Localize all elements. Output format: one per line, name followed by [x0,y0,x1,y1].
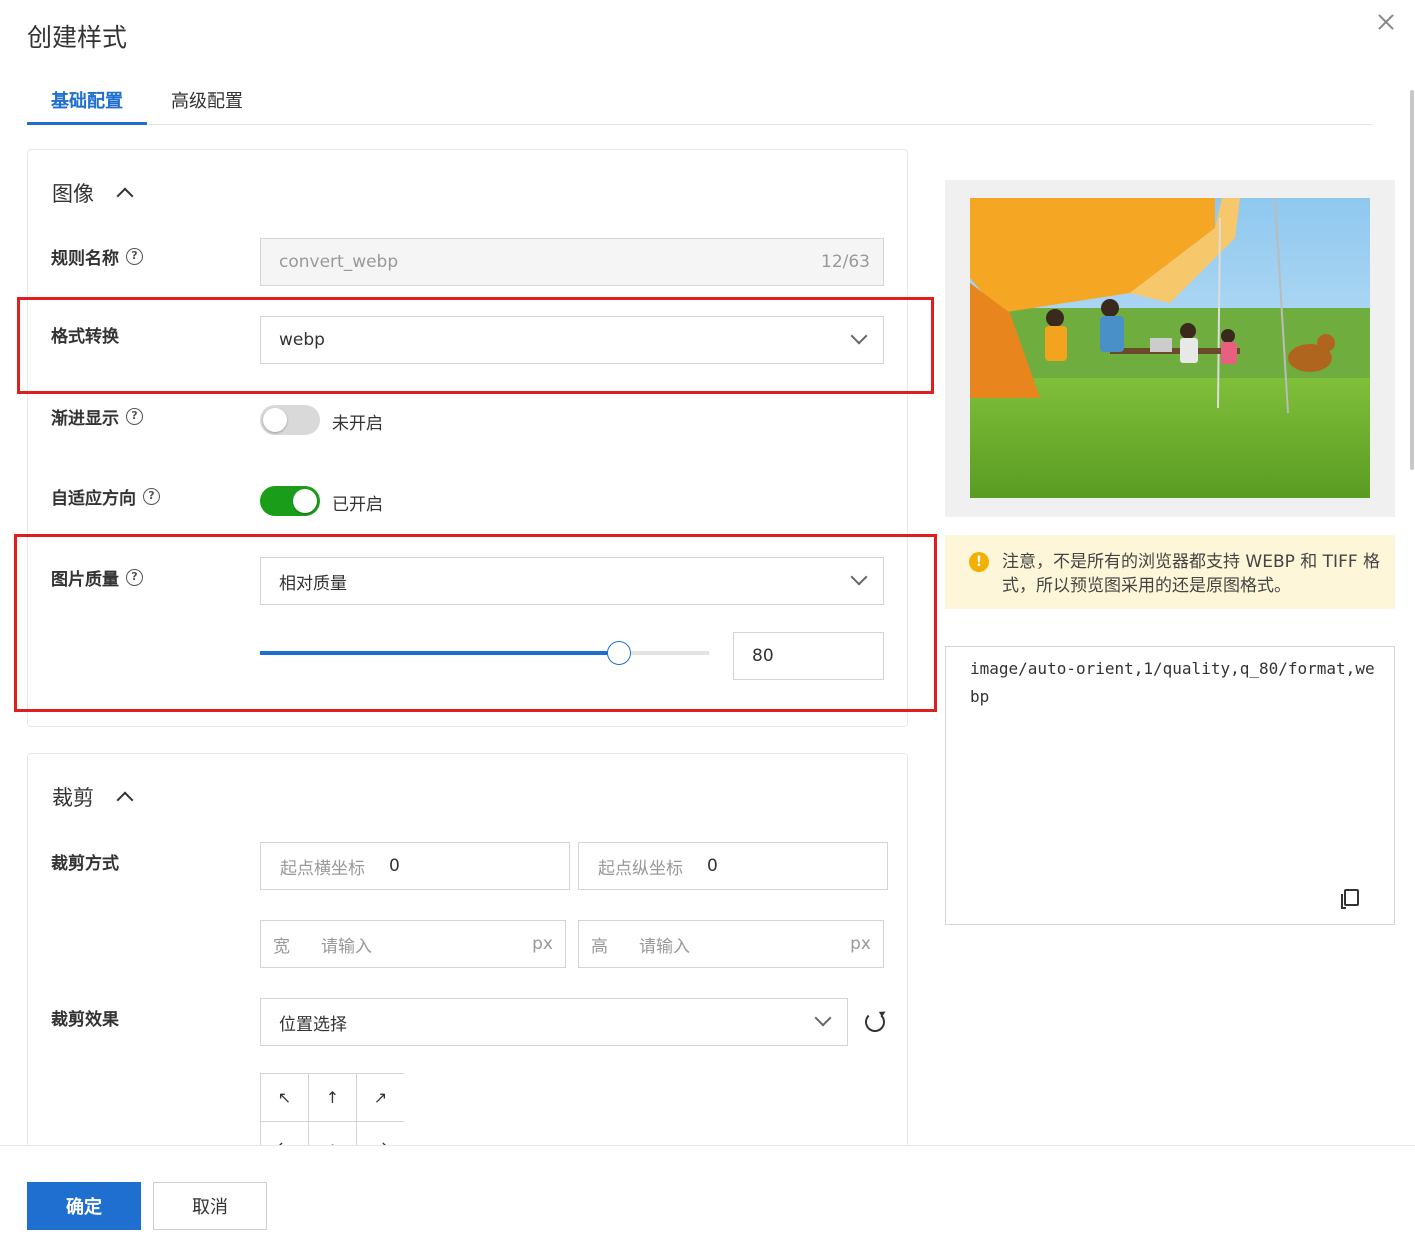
cancel-button[interactable]: 取消 [153,1182,267,1230]
rule-name-counter: 12/63 [821,252,870,272]
image-section-heading: 图像 [52,182,94,206]
position-top-right[interactable]: ↗ [357,1074,404,1122]
start-x-label: 起点横坐标 [280,858,365,879]
help-icon[interactable]: ? [143,488,160,505]
tab-active-underline [27,122,147,125]
position-grid: ↖ ↑ ↗ ← · → [260,1073,404,1145]
toggle-knob [293,489,317,513]
height-input[interactable]: 高 请输入 px [578,920,884,968]
progressive-status: 未开启 [332,414,383,434]
progressive-toggle[interactable] [260,405,320,435]
position-select[interactable]: 位置选择 [260,998,848,1046]
crop-method-label: 裁剪方式 [51,854,119,874]
tab-basic-config[interactable]: 基础配置 [51,87,123,113]
auto-orient-status: 已开启 [332,495,383,515]
position-select-value: 位置选择 [279,1014,347,1035]
preview-image [970,198,1370,498]
crop-effect-label: 裁剪效果 [51,1010,119,1030]
dialog-footer: 确定 取消 [0,1145,1415,1246]
position-center[interactable]: · [309,1122,357,1145]
progressive-label: 渐进显示 ? [51,404,143,429]
tab-advanced-config[interactable]: 高级配置 [171,87,243,113]
chevron-down-icon [814,1009,832,1027]
notice-text: 注意，不是所有的浏览器都支持 WEBP 和 TIFF 格式，所以预览图采用的还是… [1002,552,1381,596]
start-y-label: 起点纵坐标 [598,858,683,879]
style-code-box[interactable]: image/auto-orient,1/quality,q_80/format,… [945,646,1395,925]
start-y-input[interactable]: 起点纵坐标 0 [578,842,888,890]
toggle-knob [263,408,287,432]
refresh-icon[interactable] [865,1012,885,1032]
rule-name-label: 规则名称 ? [51,244,143,269]
position-right[interactable]: → [357,1122,404,1145]
auto-orient-toggle[interactable] [260,486,320,516]
copy-icon[interactable] [1341,889,1359,909]
height-placeholder: 请输入 [639,936,690,957]
confirm-button[interactable]: 确定 [27,1182,141,1230]
scrollbar[interactable] [1410,90,1414,470]
width-placeholder: 请输入 [321,936,372,957]
dialog-title: 创建样式 [27,23,128,52]
auto-orient-label-text: 自适应方向 [51,489,136,509]
format-notice: ! 注意，不是所有的浏览器都支持 WEBP 和 TIFF 格式，所以预览图采用的… [945,535,1395,609]
rule-name-label-text: 规则名称 [51,249,119,269]
quality-highlight-box [14,534,937,712]
style-code-text: image/auto-orient,1/quality,q_80/format,… [970,659,1375,706]
format-highlight-box [17,297,934,394]
height-label: 高 [591,936,608,957]
width-input[interactable]: 宽 请输入 px [260,920,566,968]
position-left[interactable]: ← [261,1122,309,1145]
help-icon[interactable]: ? [126,408,143,425]
start-x-input[interactable]: 起点横坐标 0 [260,842,570,890]
auto-orient-label: 自适应方向 ? [51,484,160,509]
tab-bar: 基础配置 高级配置 [27,70,1372,125]
rule-name-input[interactable]: convert_webp 12/63 [260,238,884,286]
chevron-up-icon[interactable] [116,791,134,809]
progressive-label-text: 渐进显示 [51,409,119,429]
warning-icon: ! [969,552,989,572]
start-x-value: 0 [389,856,400,876]
start-y-value: 0 [707,856,718,876]
rule-name-value: convert_webp [279,252,399,272]
crop-section-heading: 裁剪 [52,786,94,810]
width-unit: px [532,934,553,954]
close-icon[interactable] [1374,10,1398,34]
position-top-left[interactable]: ↖ [261,1074,309,1122]
preview-panel [945,180,1395,517]
height-unit: px [850,934,871,954]
help-icon[interactable]: ? [126,248,143,265]
width-label: 宽 [273,936,290,957]
chevron-up-icon[interactable] [116,187,134,205]
position-top[interactable]: ↑ [309,1074,357,1122]
